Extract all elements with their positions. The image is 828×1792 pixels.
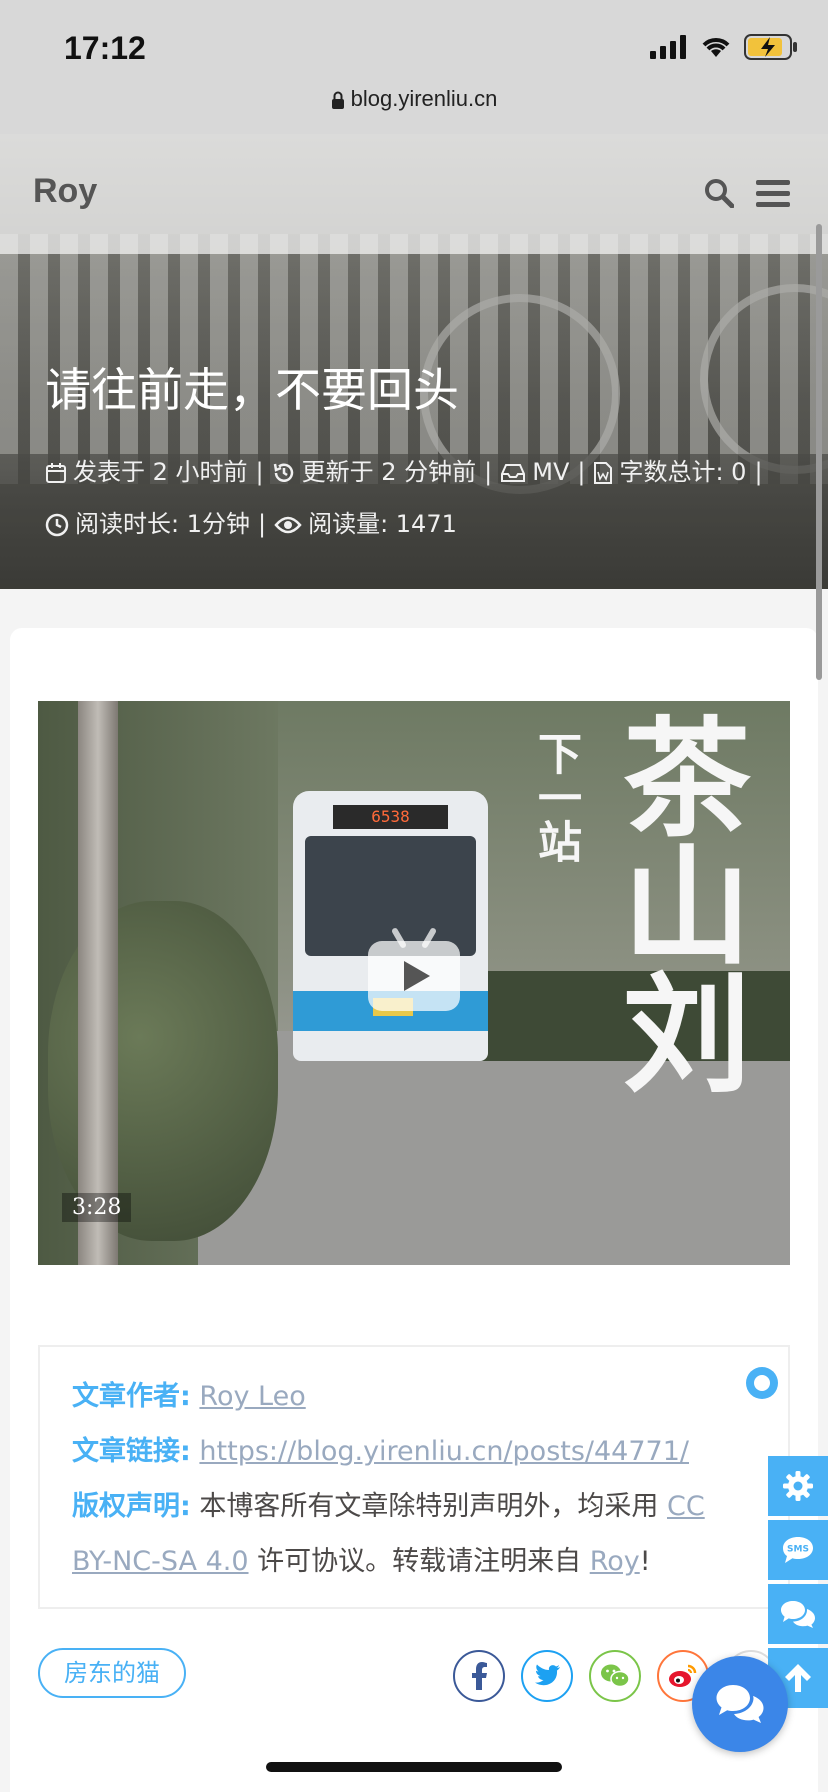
- share-twitter-button[interactable]: [521, 1650, 573, 1702]
- status-bar: 17:12 blog.yirenliu.cn: [0, 0, 828, 134]
- copyright-link-label: 文章链接:: [72, 1436, 191, 1467]
- url-bar[interactable]: blog.yirenliu.cn: [0, 86, 828, 112]
- video-player[interactable]: 6538 下一站 茶山刘 3:28: [38, 701, 790, 1265]
- license-link[interactable]: CC: [667, 1491, 705, 1522]
- chat-bubbles-icon: [716, 1685, 764, 1723]
- copyright-link-row: 文章链接: https://blog.yirenliu.cn/posts/447…: [72, 1424, 689, 1479]
- site-logo[interactable]: Roy: [33, 172, 97, 211]
- post-tag[interactable]: 房东的猫: [38, 1648, 186, 1698]
- calendar-icon: [46, 463, 66, 483]
- wifi-icon: [702, 38, 730, 57]
- post-meta: 发表于 2 小时前 | 更新于 2 分钟前 | MV | 字数总计: 0 |阅读时长: 1分钟…: [45, 446, 795, 550]
- copyright-post-link[interactable]: https://blog.yirenliu.cn/posts/44771/: [199, 1436, 689, 1467]
- menu-icon[interactable]: [756, 180, 790, 208]
- comments-button[interactable]: [768, 1584, 828, 1644]
- post-title: 请往前走，不要回头: [45, 363, 459, 417]
- eye-icon: [274, 516, 302, 534]
- share-wechat-button[interactable]: [589, 1650, 641, 1702]
- comments-icon: [781, 1601, 815, 1628]
- signal-icon: [650, 35, 686, 59]
- arrow-up-icon: [785, 1664, 811, 1692]
- video-overlay-small: 下一站: [530, 731, 581, 863]
- file-word-icon: [594, 462, 613, 484]
- weibo-icon: [669, 1664, 697, 1687]
- scrollbar[interactable]: [816, 224, 822, 680]
- post-copyright: 文章作者: Roy Leo 文章链接: https://blog.yirenli…: [38, 1345, 790, 1609]
- settings-button[interactable]: [768, 1456, 828, 1516]
- chat-button[interactable]: [692, 1656, 788, 1752]
- meta-category[interactable]: MV: [532, 458, 569, 486]
- license-link[interactable]: BY-NC-SA 4.0: [72, 1546, 249, 1577]
- bus-sign: 6538: [333, 805, 448, 829]
- video-duration: 3:28: [62, 1193, 132, 1222]
- meta-updated: 更新于 2 分钟前: [301, 458, 477, 486]
- play-icon: [404, 961, 430, 991]
- battery-charging-icon: [744, 34, 797, 60]
- meta-reading-time: 阅读时长: 1分钟: [75, 510, 250, 538]
- clock-icon: [45, 513, 69, 537]
- copyright-license-row-2: BY-NC-SA 4.0 许可协议。转载请注明来自 Roy!: [72, 1546, 651, 1577]
- lock-icon: [331, 91, 344, 110]
- url-text: blog.yirenliu.cn: [350, 86, 498, 111]
- copyright-author-link[interactable]: Roy Leo: [199, 1381, 305, 1412]
- site-link[interactable]: Roy: [590, 1546, 640, 1577]
- play-button[interactable]: [368, 926, 460, 1011]
- history-icon: [273, 463, 293, 482]
- copyright-license-row: 版权声明: 本博客所有文章除特别声明外，均采用 CC: [72, 1491, 705, 1522]
- copyright-license-label: 版权声明:: [72, 1491, 191, 1522]
- video-overlay-big: 茶山刘: [600, 711, 751, 1095]
- svg-text:SMS: SMS: [787, 1545, 809, 1555]
- sms-button[interactable]: SMS: [768, 1520, 828, 1580]
- copyright-author-row: 文章作者: Roy Leo: [72, 1369, 306, 1424]
- copyright-indicator-icon: [746, 1367, 778, 1399]
- copyright-author-label: 文章作者:: [72, 1381, 191, 1412]
- facebook-icon: [472, 1662, 487, 1690]
- status-time: 17:12: [64, 30, 146, 66]
- share-facebook-button[interactable]: [453, 1650, 505, 1702]
- video-bus: 6538: [293, 791, 488, 1061]
- inbox-icon: [501, 464, 526, 482]
- meta-published: 发表于 2 小时前: [73, 458, 248, 486]
- sms-icon: SMS: [783, 1537, 813, 1563]
- search-icon[interactable]: [704, 178, 734, 208]
- wechat-icon: [601, 1664, 630, 1688]
- meta-views: 阅读量: 1471: [308, 510, 457, 538]
- meta-wordcount: 字数总计: 0: [619, 458, 747, 486]
- post-header: Roy 请往前走，不要回头 发表于 2 小时前 | 更新于 2 分钟前 | MV | 字数总…: [0, 134, 828, 589]
- gear-icon: [783, 1471, 813, 1501]
- navbar: Roy: [0, 134, 828, 254]
- status-icons: [650, 34, 798, 60]
- home-indicator[interactable]: [266, 1762, 562, 1772]
- post-content-card: 6538 下一站 茶山刘 3:28 文章作者: Roy Leo 文章链接: ht…: [10, 628, 818, 1792]
- twitter-icon: [535, 1664, 560, 1686]
